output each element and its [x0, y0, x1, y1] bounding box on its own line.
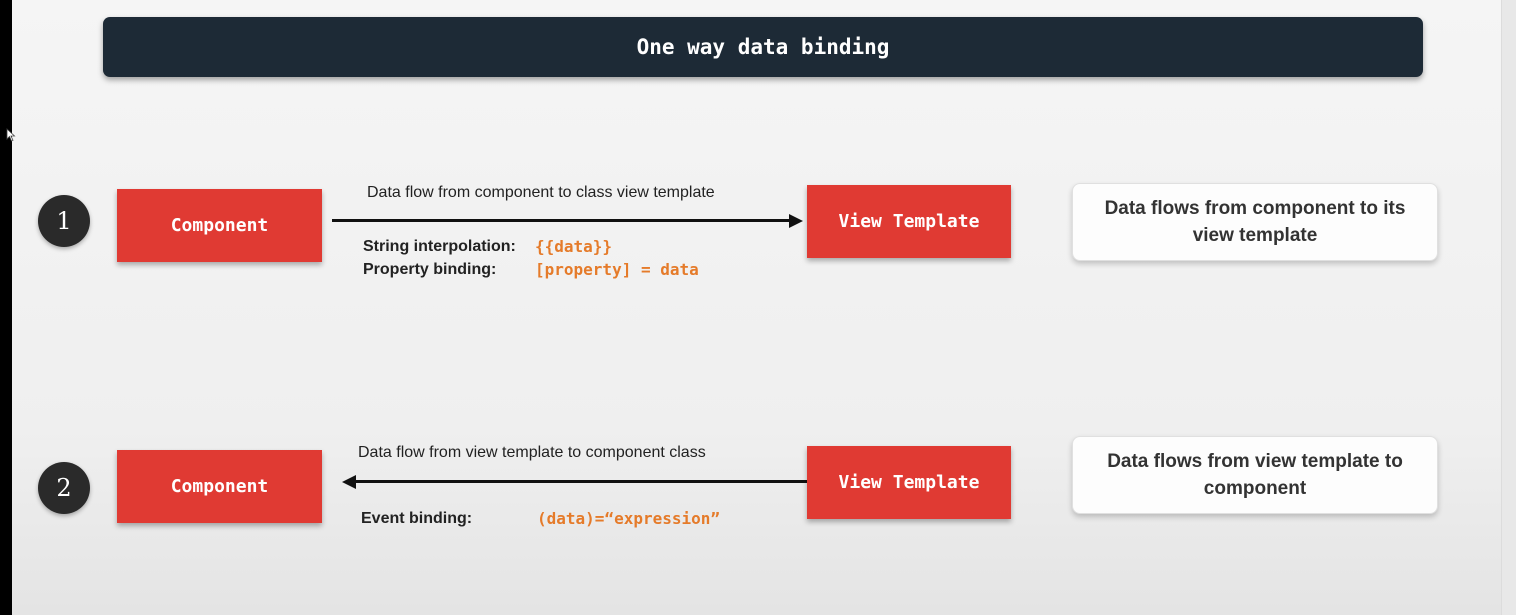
binding-label: Event binding: [361, 510, 473, 527]
arrow-left-line [355, 480, 807, 483]
note-box: Data flows from component to its view te… [1072, 183, 1438, 261]
step-number-badge: 1 [38, 195, 90, 247]
note-box: Data flows from view template to compone… [1072, 436, 1438, 514]
binding-code: {{data}} [535, 237, 613, 256]
arrow-left-icon [342, 475, 356, 489]
view-template-box: View Template [807, 446, 1011, 519]
flow-label: Data flow from view template to componen… [358, 444, 706, 461]
right-edge [1501, 0, 1516, 615]
binding-label: Property binding: [363, 261, 497, 278]
arrow-right-icon [789, 214, 803, 228]
title-bar: One way data binding [103, 17, 1423, 77]
left-edge [0, 0, 12, 615]
cursor-icon [6, 128, 16, 142]
flow-label: Data flow from component to class view t… [367, 184, 715, 201]
binding-label: String interpolation: [363, 238, 516, 255]
binding-code: [property] = data [535, 260, 699, 279]
view-template-box: View Template [807, 185, 1011, 258]
arrow-right-line [332, 219, 790, 222]
component-box: Component [117, 189, 322, 262]
component-box: Component [117, 450, 322, 523]
binding-code: (data)=“expression” [537, 509, 721, 528]
step-number-badge: 2 [38, 462, 90, 514]
